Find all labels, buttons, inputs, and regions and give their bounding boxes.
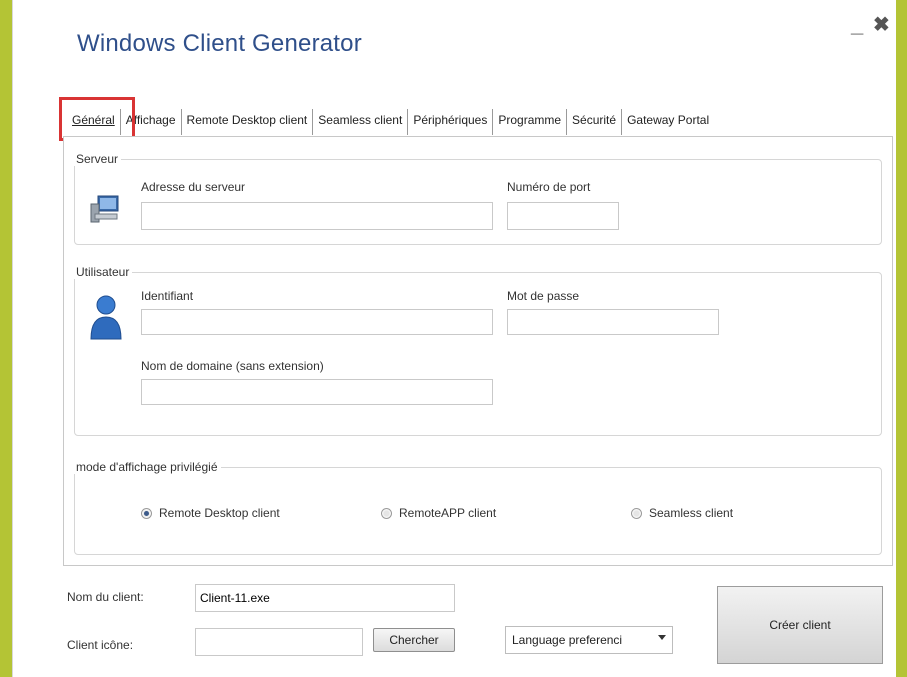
tab-programme[interactable]: Programme [493, 109, 568, 135]
tab-remote-desktop-client[interactable]: Remote Desktop client [182, 109, 314, 135]
user-legend: Utilisateur [73, 265, 133, 279]
active-tab-highlight [59, 97, 135, 141]
tab-securite[interactable]: Sécurité [567, 109, 623, 135]
language-select[interactable]: Language preferenci [505, 626, 673, 654]
close-icon[interactable]: ✖ [873, 12, 890, 37]
create-client-button[interactable]: Créer client [717, 586, 883, 664]
radio-seamless-label: Seamless client [649, 506, 734, 520]
server-legend: Serveur [73, 152, 122, 166]
password-input[interactable] [507, 309, 719, 335]
user-group: Utilisateur Identifiant Mot de passe Nom… [73, 265, 882, 436]
chevron-down-icon [658, 635, 666, 640]
client-icon-label: Client icône: [67, 638, 134, 652]
client-name-input[interactable] [195, 584, 455, 612]
port-input[interactable] [507, 202, 619, 230]
browse-button[interactable]: Chercher [373, 628, 455, 652]
server-address-input[interactable] [141, 202, 493, 230]
domain-input[interactable] [141, 379, 493, 405]
radio-remote-desktop[interactable]: Remote Desktop client [141, 506, 280, 520]
domain-label: Nom de domaine (sans extension) [141, 359, 324, 373]
radio-remoteapp-dot[interactable] [381, 507, 392, 519]
tab-peripheriques[interactable]: Périphériques [408, 109, 494, 135]
language-select-value: Language preferenci [512, 633, 623, 647]
server-group: Serveur Adresse du serveur Numéro de por… [73, 152, 882, 245]
client-name-label: Nom du client: [67, 590, 144, 604]
tab-seamless-client[interactable]: Seamless client [313, 109, 409, 135]
display-mode-legend: mode d'affichage privilégié [73, 460, 221, 474]
left-frame-bar [0, 0, 12, 677]
server-computer-icon [89, 192, 121, 229]
radio-seamless-dot[interactable] [631, 507, 642, 519]
port-label: Numéro de port [507, 180, 591, 194]
radio-remote-desktop-dot[interactable] [141, 507, 152, 519]
radio-remote-desktop-label: Remote Desktop client [159, 506, 280, 520]
tab-bar: Général Affichage Remote Desktop client … [67, 109, 714, 135]
password-label: Mot de passe [507, 289, 580, 303]
general-tab-panel: Serveur Adresse du serveur Numéro de por… [63, 136, 893, 566]
identifiant-label: Identifiant [141, 289, 194, 303]
user-icon [89, 293, 123, 346]
app-window: Windows Client Generator _ ✖ Général Aff… [12, 0, 896, 677]
server-address-label: Adresse du serveur [141, 180, 246, 194]
radio-remoteapp[interactable]: RemoteAPP client [381, 506, 496, 520]
identifiant-input[interactable] [141, 309, 493, 335]
right-frame-bar [895, 0, 907, 677]
client-icon-input[interactable] [195, 628, 363, 656]
display-mode-group: mode d'affichage privilégié Remote Deskt… [73, 460, 882, 555]
minimize-icon[interactable]: _ [851, 12, 863, 38]
window-title: Windows Client Generator [77, 30, 362, 57]
radio-seamless[interactable]: Seamless client [631, 506, 733, 520]
tab-gateway-portal[interactable]: Gateway Portal [622, 109, 714, 135]
radio-remoteapp-label: RemoteAPP client [399, 506, 497, 520]
